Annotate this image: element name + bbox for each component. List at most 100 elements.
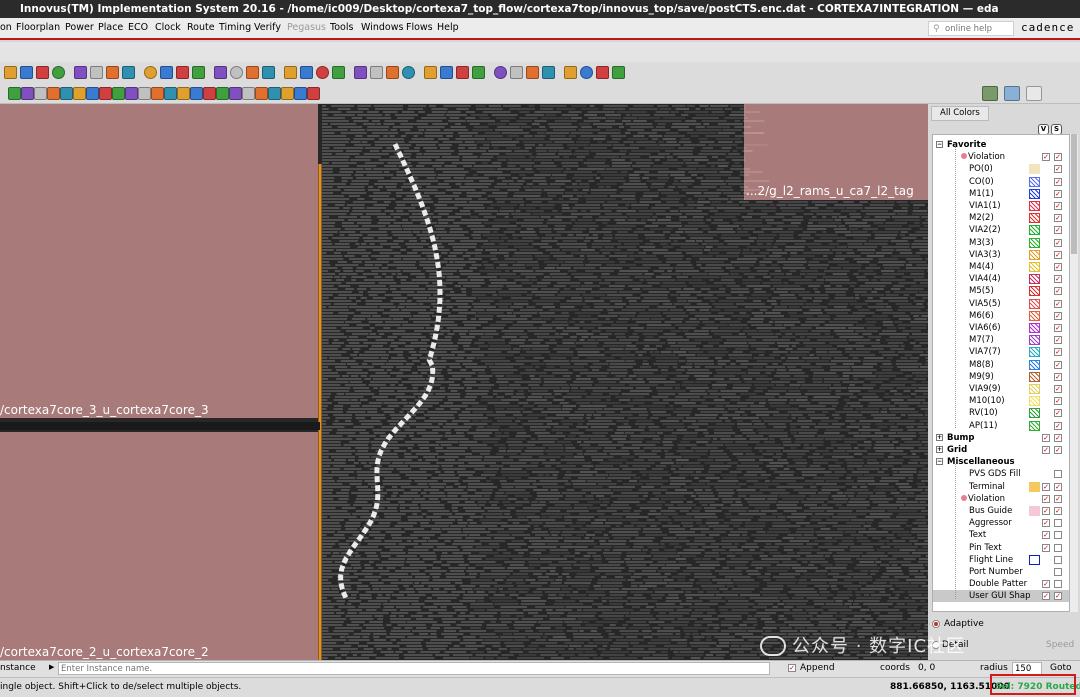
menu-windows[interactable]: Windows (361, 22, 403, 33)
toolbar-tool-icon[interactable] (52, 66, 65, 79)
visible-checkbox[interactable] (1042, 251, 1050, 259)
visible-checkbox[interactable] (1042, 239, 1050, 247)
layer-color-swatch[interactable] (1029, 164, 1040, 175)
layer-item[interactable]: AP(11) ✓ (933, 420, 1069, 432)
selectable-checkbox[interactable]: ✓ (1054, 214, 1062, 223)
toolbar-tool-icon[interactable] (262, 66, 275, 79)
layer-item[interactable]: VIA5(5) ✓ (933, 298, 1069, 310)
toolbar-tool-icon[interactable] (510, 66, 523, 79)
layer-group-grid[interactable]: + Grid ✓ ✓ (933, 444, 1069, 456)
toolbar-tool-icon[interactable] (74, 66, 87, 79)
visible-checkbox[interactable]: ✓ (1042, 494, 1050, 503)
layer-color-swatch[interactable] (1029, 371, 1040, 382)
menu-floorplan[interactable]: Floorplan (16, 22, 60, 33)
layer-item[interactable]: M3(3) ✓ (933, 237, 1069, 249)
selectable-checkbox[interactable] (1054, 568, 1062, 576)
menu-eco[interactable]: ECO (128, 22, 148, 33)
toolbar-edit-icon[interactable] (8, 87, 21, 100)
toolbar-edit-icon[interactable] (164, 87, 177, 100)
visible-checkbox[interactable] (1042, 190, 1050, 198)
toolbar-edit-icon[interactable] (242, 87, 255, 100)
layer-color-swatch[interactable] (1029, 286, 1040, 297)
menu-tools[interactable]: Tools (330, 22, 353, 33)
layer-item[interactable]: VIA7(7) ✓ (933, 346, 1069, 358)
menu-route[interactable]: Route (187, 22, 215, 33)
toolbar-tool-icon[interactable] (176, 66, 189, 79)
toolbar-tool-icon[interactable] (472, 66, 485, 79)
selectable-checkbox[interactable]: ✓ (1054, 482, 1062, 491)
selectable-checkbox[interactable]: ✓ (1054, 177, 1062, 186)
selectable-checkbox[interactable]: ✓ (1054, 385, 1062, 393)
layout-canvas[interactable]: /cortexa7core_3_u_cortexa7core_3 /cortex… (0, 104, 928, 660)
layer-color-swatch[interactable] (1029, 506, 1040, 516)
toolbar-tool-icon[interactable] (580, 66, 593, 79)
toolbar-tool-icon[interactable] (494, 66, 507, 79)
selectable-checkbox[interactable]: ✓ (1054, 324, 1062, 332)
toolbar-edit-icon[interactable] (281, 87, 294, 100)
selectable-checkbox[interactable]: ✓ (1054, 202, 1062, 210)
selectable-checkbox[interactable]: ✓ (1054, 275, 1062, 284)
visible-checkbox[interactable] (1042, 361, 1050, 369)
visible-checkbox[interactable] (1042, 336, 1050, 344)
layer-color-swatch[interactable] (1029, 201, 1040, 211)
visible-checkbox[interactable] (1042, 373, 1050, 381)
visible-checkbox[interactable] (1042, 556, 1050, 564)
layer-item[interactable]: Aggressor ✓ (933, 517, 1069, 529)
toolbar-tool-icon[interactable] (402, 66, 415, 79)
toolbar-edit-icon[interactable] (268, 87, 281, 100)
layer-color-swatch[interactable] (1029, 579, 1040, 590)
visible-checkbox[interactable] (1042, 568, 1050, 576)
layer-item[interactable]: M4(4) ✓ (933, 261, 1069, 273)
toolbar-tool-icon[interactable] (370, 66, 383, 79)
layer-item[interactable]: VIA1(1) ✓ (933, 200, 1069, 212)
layer-item[interactable]: PO(0) ✓ (933, 163, 1069, 175)
layer-group-favorite[interactable]: − Favorite (933, 139, 1069, 151)
layer-item[interactable]: CO(0) ✓ (933, 176, 1069, 188)
layer-color-swatch[interactable] (1029, 420, 1040, 431)
visible-checkbox[interactable] (1042, 409, 1050, 417)
selectable-checkbox[interactable]: ✓ (1054, 397, 1062, 406)
visible-checkbox[interactable]: ✓ (1042, 482, 1050, 491)
online-help-input[interactable] (945, 23, 1011, 34)
toolbar-edit-icon[interactable] (125, 87, 138, 100)
toolbar-tool-icon[interactable] (456, 66, 469, 79)
toolbar-edit-icon[interactable] (229, 87, 242, 100)
layer-item[interactable]: VIA6(6) ✓ (933, 322, 1069, 334)
view-mode-icon[interactable] (1004, 86, 1020, 101)
toolbar-tool-icon[interactable] (596, 66, 609, 79)
toolbar-edit-icon[interactable] (190, 87, 203, 100)
toolbar-tool-icon[interactable] (20, 66, 33, 79)
toolbar-tool-icon[interactable] (386, 66, 399, 79)
toolbar-tool-icon[interactable] (424, 66, 437, 79)
layer-color-swatch[interactable] (1029, 323, 1040, 333)
selectable-checkbox[interactable]: ✓ (1054, 299, 1062, 308)
layer-color-swatch[interactable] (1029, 408, 1040, 419)
toolbar-edit-icon[interactable] (138, 87, 151, 100)
toolbar-edit-icon[interactable] (216, 87, 229, 100)
layer-item[interactable]: M5(5) ✓ (933, 285, 1069, 297)
visible-checkbox[interactable] (1042, 214, 1050, 222)
selectable-checkbox[interactable]: ✓ (1054, 336, 1062, 345)
selectable-checkbox[interactable] (1054, 555, 1062, 564)
toolbar-tool-icon[interactable] (106, 66, 119, 79)
toolbar-edit-icon[interactable] (73, 87, 86, 100)
layer-color-swatch[interactable] (1029, 396, 1040, 407)
layer-item[interactable]: VIA2(2) ✓ (933, 224, 1069, 236)
toolbar-tool-icon[interactable] (612, 66, 625, 79)
instance-name-input[interactable] (58, 662, 770, 675)
collapse-icon[interactable]: − (936, 141, 943, 148)
layer-color-swatch[interactable] (1029, 213, 1040, 224)
selectable-checkbox[interactable]: ✓ (1054, 250, 1062, 259)
layer-item[interactable]: RV(10) ✓ (933, 407, 1069, 419)
visible-checkbox[interactable] (1042, 226, 1050, 234)
visible-checkbox[interactable] (1042, 348, 1050, 356)
layer-color-swatch[interactable] (1029, 310, 1040, 321)
layer-item[interactable]: Flight Line (933, 554, 1069, 566)
visible-checkbox[interactable] (1042, 165, 1050, 173)
layer-item[interactable]: VIA3(3) ✓ (933, 249, 1069, 261)
layer-item[interactable]: Pin Text ✓ (933, 542, 1069, 554)
selectable-checkbox[interactable]: ✓ (1054, 238, 1062, 247)
toolbar-tool-icon[interactable] (300, 66, 313, 79)
layer-color-swatch[interactable] (1029, 237, 1040, 248)
toolbar-tool-icon[interactable] (354, 66, 367, 79)
